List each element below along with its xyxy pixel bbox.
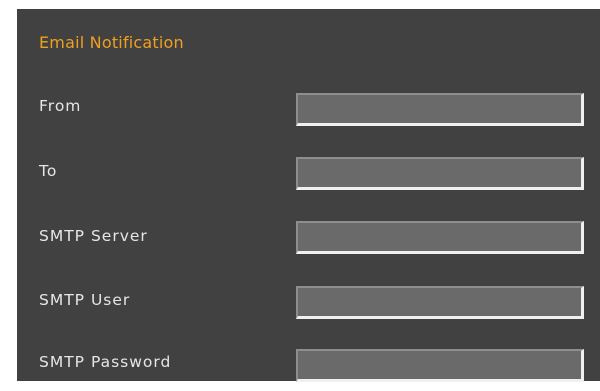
smtp-server-field[interactable]: [296, 221, 584, 254]
to-label: To: [39, 162, 58, 180]
section-title: Email Notification: [39, 33, 184, 52]
smtp-user-field[interactable]: [296, 286, 584, 319]
email-notification-panel: Email Notification From To SMTP Server S…: [17, 9, 600, 382]
smtp-user-label: SMTP User: [39, 291, 131, 309]
smtp-password-field[interactable]: [296, 349, 584, 382]
smtp-server-label: SMTP Server: [39, 227, 148, 245]
from-label: From: [39, 97, 82, 115]
smtp-password-label: SMTP Password: [39, 353, 172, 371]
to-field[interactable]: [296, 157, 584, 190]
from-field[interactable]: [296, 93, 584, 126]
